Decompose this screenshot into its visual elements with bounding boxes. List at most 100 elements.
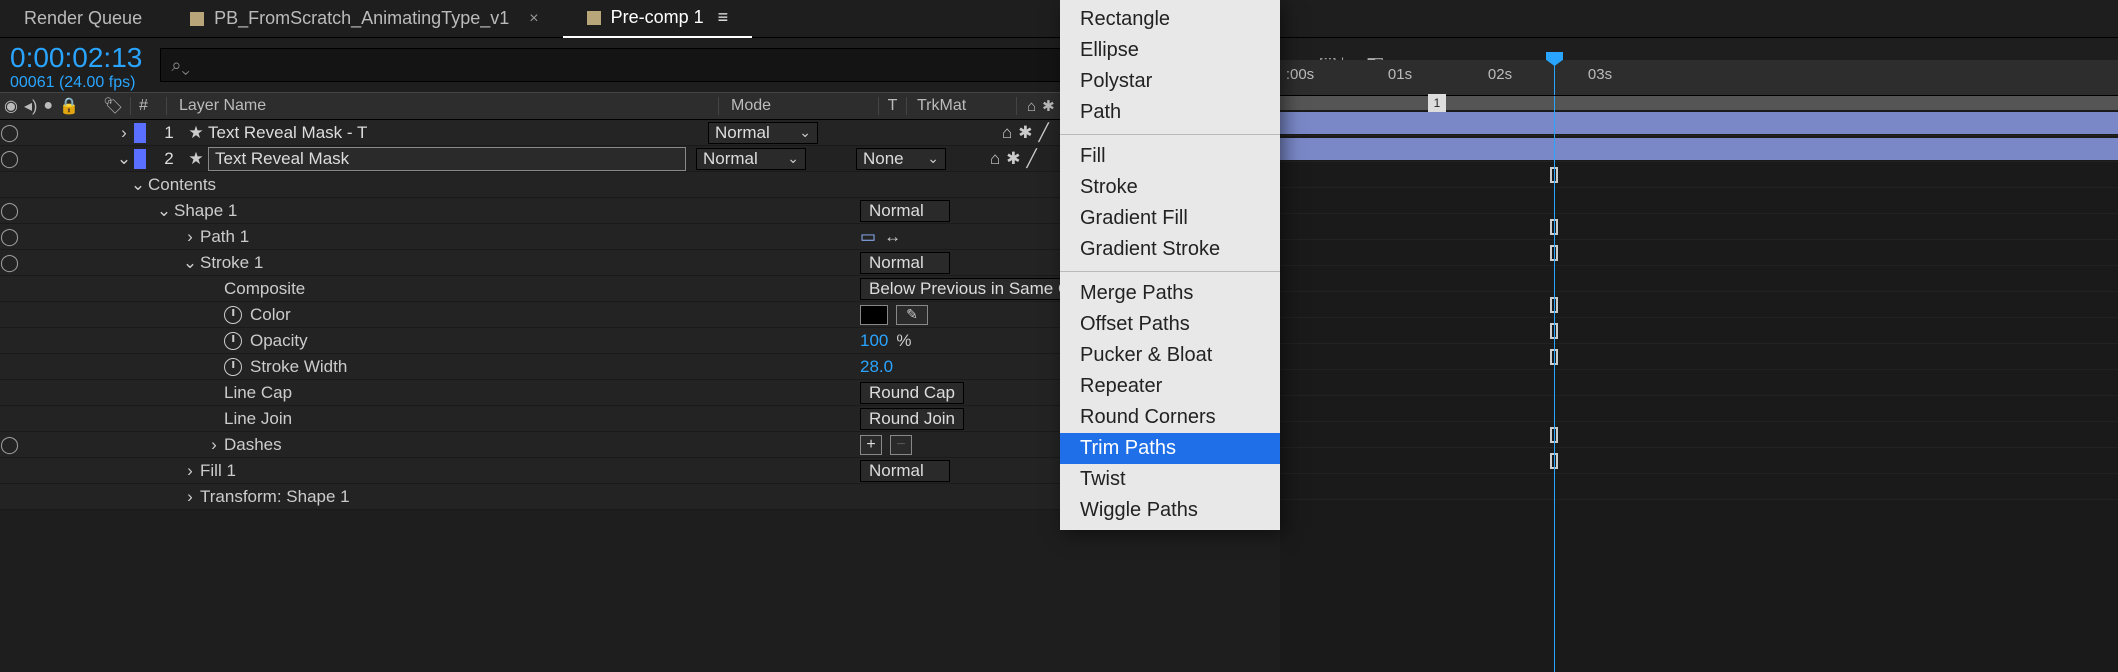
current-timecode[interactable]: 0:00:02:13: [10, 44, 142, 72]
eyedropper-icon[interactable]: ✎: [896, 305, 928, 325]
quality-switch[interactable]: ╱: [1039, 123, 1049, 143]
menu-item-wiggle-paths[interactable]: Wiggle Paths: [1060, 495, 1280, 526]
workarea-bar[interactable]: 1: [1280, 96, 2118, 110]
index-column-header[interactable]: #: [130, 97, 166, 115]
quality-switch[interactable]: ╱: [1027, 149, 1037, 169]
layer-duration-bar[interactable]: [1280, 112, 2118, 134]
label-color-chip[interactable]: [134, 123, 146, 143]
layer-duration-bar[interactable]: [1280, 138, 2118, 160]
twirl-down-icon[interactable]: ⌄: [128, 175, 148, 195]
menu-item-fill[interactable]: Fill: [1060, 141, 1280, 172]
tab-render-queue[interactable]: Render Queue: [0, 0, 166, 38]
layer-name[interactable]: Text Reveal Mask - T: [208, 123, 698, 143]
menu-item-path[interactable]: Path: [1060, 97, 1280, 128]
visibility-toggle[interactable]: ◯: [0, 227, 18, 247]
shy-switch[interactable]: ⌂: [990, 149, 1000, 169]
preserve-transparency-header[interactable]: T: [878, 97, 906, 115]
shy-switch[interactable]: ⌂: [1002, 123, 1012, 143]
linecap-dropdown[interactable]: Round Cap: [860, 382, 964, 404]
label-column-header[interactable]: 🏷: [96, 96, 130, 116]
label-color-chip[interactable]: [134, 149, 146, 169]
twirl-right-icon[interactable]: ›: [180, 227, 200, 247]
twirl-down-icon[interactable]: ⌄: [154, 201, 174, 221]
playhead[interactable]: [1554, 60, 1555, 95]
trkmat-column-header[interactable]: TrkMat: [906, 97, 1016, 115]
blend-mode-value: Normal: [703, 149, 758, 169]
stopwatch-icon[interactable]: [224, 306, 242, 324]
time-ruler[interactable]: :00s 01s 02s 03s: [1280, 60, 2118, 96]
shape-blendmode-dropdown[interactable]: Normal: [860, 200, 950, 222]
stroke-blendmode-dropdown[interactable]: Normal: [860, 252, 950, 274]
menu-item-gradient-fill[interactable]: Gradient Fill: [1060, 203, 1280, 234]
menu-item-trim-paths[interactable]: Trim Paths: [1060, 433, 1280, 464]
linejoin-dropdown[interactable]: Round Join: [860, 408, 964, 430]
prop-label: Composite: [224, 279, 305, 299]
opacity-value[interactable]: 100: [860, 331, 888, 351]
menu-item-rectangle[interactable]: Rectangle: [1060, 4, 1280, 35]
timeline-layer-2[interactable]: [1280, 136, 2118, 162]
close-tab-icon[interactable]: ×: [529, 10, 538, 28]
stopwatch-icon[interactable]: [224, 358, 242, 376]
menu-item-stroke[interactable]: Stroke: [1060, 172, 1280, 203]
stopwatch-icon[interactable]: [224, 332, 242, 350]
menu-item-polystar[interactable]: Polystar: [1060, 66, 1280, 97]
strokewidth-value[interactable]: 28.0: [860, 357, 893, 377]
prop-label: Fill 1: [200, 461, 236, 481]
blend-mode-dropdown[interactable]: Normal: [696, 148, 806, 170]
visibility-toggle[interactable]: ◯: [0, 201, 18, 221]
twirl-down-icon[interactable]: ⌄: [114, 149, 134, 169]
blend-mode-value: Normal: [715, 123, 770, 143]
composition-tabs: Render Queue PB_FromScratch_AnimatingTyp…: [0, 0, 2118, 38]
eye-icon[interactable]: ◉: [4, 96, 18, 116]
visibility-toggle[interactable]: ◯: [0, 123, 18, 143]
add-dash-button[interactable]: +: [860, 435, 882, 455]
twirl-right-icon[interactable]: ›: [180, 461, 200, 481]
lock-icon[interactable]: 🔒: [59, 96, 79, 116]
visibility-toggle[interactable]: ◯: [0, 253, 18, 273]
visibility-toggle[interactable]: ◯: [0, 149, 18, 169]
search-icon: ⌕⌄: [171, 55, 190, 76]
color-swatch[interactable]: [860, 305, 888, 325]
twirl-right-icon[interactable]: ›: [180, 487, 200, 507]
tab-comp-2[interactable]: Pre-comp 1 ≡: [563, 0, 753, 38]
panel-menu-icon[interactable]: ≡: [718, 7, 729, 28]
mode-column-header[interactable]: Mode: [718, 97, 878, 115]
fill-blendmode-dropdown[interactable]: Normal: [860, 460, 950, 482]
shy-icon[interactable]: ⌂: [1027, 98, 1036, 115]
remove-dash-button[interactable]: −: [890, 435, 912, 455]
prop-label: Opacity: [250, 331, 308, 351]
layer-name-editing[interactable]: Text Reveal Mask: [208, 147, 686, 171]
playhead-cap-icon[interactable]: [1546, 52, 1563, 66]
composite-dropdown[interactable]: Below Previous in Same Gr: [860, 278, 1086, 300]
time-tick: 03s: [1588, 66, 1612, 83]
menu-item-merge-paths[interactable]: Merge Paths: [1060, 278, 1280, 309]
collapse-icon[interactable]: ✱: [1042, 97, 1055, 115]
menu-item-ellipse[interactable]: Ellipse: [1060, 35, 1280, 66]
prop-label: Stroke Width: [250, 357, 347, 377]
blend-mode-dropdown[interactable]: Normal: [708, 122, 818, 144]
twirl-right-icon[interactable]: ›: [204, 435, 224, 455]
visibility-toggle[interactable]: ◯: [0, 435, 18, 455]
twirl-right-icon[interactable]: ›: [114, 123, 134, 143]
shape-layer-star-icon: ★: [184, 149, 208, 169]
add-shape-context-menu: Rectangle Ellipse Polystar Path Fill Str…: [1060, 0, 1280, 530]
menu-item-pucker-bloat[interactable]: Pucker & Bloat: [1060, 340, 1280, 371]
menu-item-round-corners[interactable]: Round Corners: [1060, 402, 1280, 433]
path-width-icon[interactable]: ↔: [884, 227, 901, 247]
speaker-icon[interactable]: ◂): [24, 96, 37, 116]
timeline-layer-1[interactable]: [1280, 110, 2118, 136]
solo-icon[interactable]: ●: [43, 97, 53, 115]
menu-item-repeater[interactable]: Repeater: [1060, 371, 1280, 402]
collapse-switch[interactable]: ✱: [1018, 123, 1032, 143]
av-switches-header: ◉ ◂) ● 🔒: [0, 96, 96, 116]
layername-column-header[interactable]: Layer Name: [166, 97, 718, 115]
tab-comp-1[interactable]: PB_FromScratch_AnimatingType_v1 ×: [166, 0, 562, 38]
menu-separator: [1060, 271, 1280, 272]
trkmat-dropdown[interactable]: None: [856, 148, 946, 170]
twirl-down-icon[interactable]: ⌄: [180, 253, 200, 273]
menu-item-offset-paths[interactable]: Offset Paths: [1060, 309, 1280, 340]
path-shape-icon[interactable]: ▭: [860, 227, 876, 247]
menu-item-gradient-stroke[interactable]: Gradient Stroke: [1060, 234, 1280, 265]
menu-item-twist[interactable]: Twist: [1060, 464, 1280, 495]
collapse-switch[interactable]: ✱: [1006, 149, 1020, 169]
